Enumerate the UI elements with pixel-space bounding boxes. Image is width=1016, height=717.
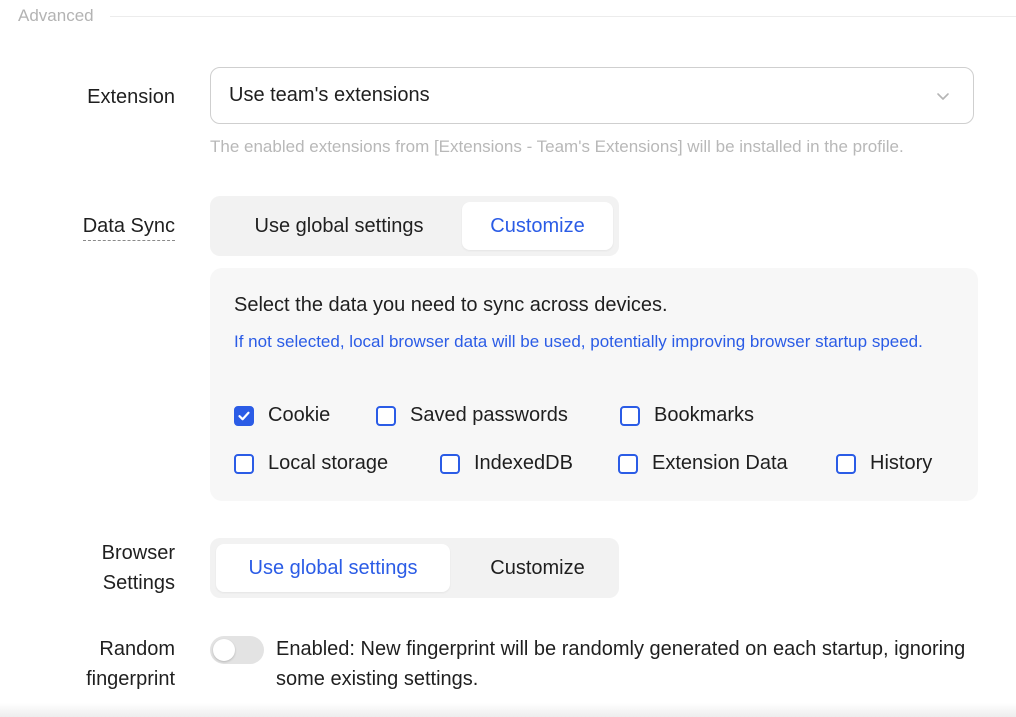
checkbox-checked-icon[interactable] (234, 405, 254, 426)
toggle-knob (213, 639, 235, 661)
data-sync-label: Data Sync (0, 211, 175, 241)
random-fingerprint-toggle[interactable] (210, 636, 264, 664)
data-sync-option-customize[interactable]: Customize (462, 202, 613, 250)
browser-settings-segmented: Use global settings Customize (210, 538, 619, 598)
browser-settings-option-customize[interactable]: Customize (462, 544, 613, 592)
checkbox-history[interactable]: History (836, 452, 932, 475)
chevron-down-icon (937, 93, 949, 100)
checkbox-indexeddb[interactable]: IndexedDB (440, 452, 573, 475)
checkbox-unchecked-icon[interactable] (376, 405, 396, 426)
checkbox-unchecked-icon[interactable] (234, 453, 254, 474)
checkbox-label: Saved passwords (410, 404, 568, 426)
random-fingerprint-label: Random fingerprint (0, 634, 175, 694)
extension-label: Extension (87, 86, 175, 108)
data-sync-option-global[interactable]: Use global settings (216, 202, 462, 250)
checkbox-label: Extension Data (652, 452, 788, 474)
extension-select[interactable]: Use team's extensions (210, 67, 974, 124)
extension-select-value: Use team's extensions (229, 84, 430, 106)
checkbox-unchecked-icon[interactable] (836, 453, 856, 474)
extension-hint: The enabled extensions from [Extensions … (210, 137, 904, 156)
data-sync-segmented: Use global settings Customize (210, 196, 619, 256)
checkbox-unchecked-icon[interactable] (620, 405, 640, 426)
browser-settings-label-line1: Browser (101, 542, 175, 564)
browser-settings-label-line2: Settings (102, 572, 175, 594)
section-divider (109, 15, 1016, 17)
sync-panel-note: If not selected, local browser data will… (234, 332, 923, 351)
sync-panel: Select the data you need to sync across … (210, 268, 978, 501)
random-fingerprint-description: Enabled: New fingerprint will be randoml… (276, 638, 966, 690)
checkbox-bookmarks[interactable]: Bookmarks (620, 404, 754, 427)
sync-panel-title: Select the data you need to sync across … (234, 294, 668, 316)
section-header: Advanced (18, 6, 1016, 26)
checkbox-unchecked-icon[interactable] (440, 453, 460, 474)
random-fingerprint-label-line1: Random (99, 638, 175, 660)
section-title: Advanced (18, 6, 94, 25)
checkbox-label: Local storage (268, 452, 389, 474)
browser-settings-option-global[interactable]: Use global settings (216, 544, 450, 592)
checkbox-local-storage[interactable]: Local storage (234, 452, 388, 475)
bottom-fade (0, 703, 1016, 717)
checkbox-label: History (870, 452, 933, 474)
checkbox-cookie[interactable]: Cookie (234, 404, 330, 427)
checkbox-extension-data[interactable]: Extension Data (618, 452, 788, 475)
browser-settings-label: Browser Settings (0, 538, 175, 598)
random-fingerprint-label-line2: fingerprint (86, 668, 175, 690)
checkbox-unchecked-icon[interactable] (618, 453, 638, 474)
checkbox-saved-passwords[interactable]: Saved passwords (376, 404, 568, 427)
checkbox-label: IndexedDB (474, 452, 573, 474)
checkbox-label: Bookmarks (654, 404, 755, 426)
checkbox-label: Cookie (268, 404, 331, 426)
data-sync-label-text[interactable]: Data Sync (82, 215, 175, 241)
